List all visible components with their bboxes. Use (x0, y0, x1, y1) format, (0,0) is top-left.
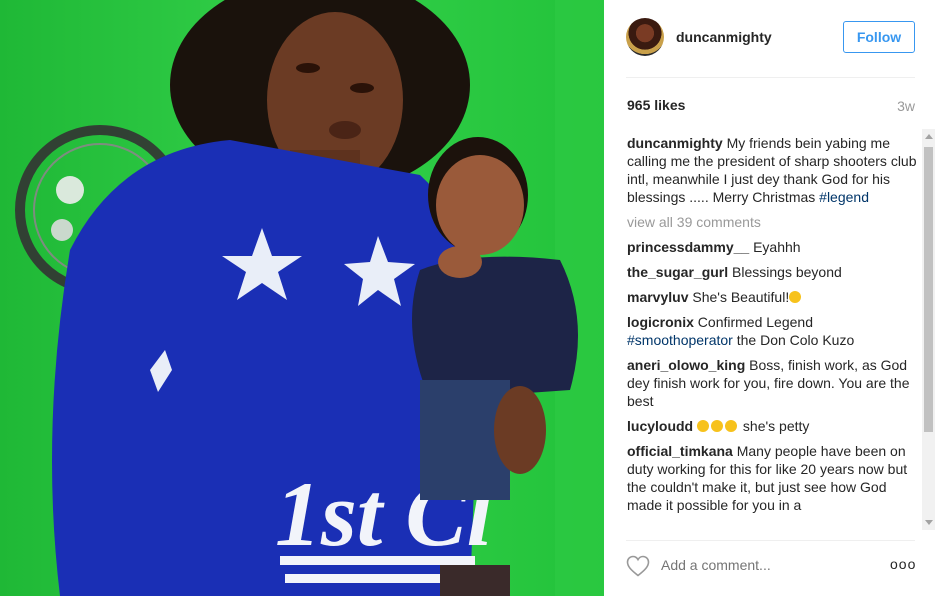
heart-eyes-emoji-icon (789, 291, 802, 303)
comment-username[interactable]: the_sugar_gurl (627, 264, 728, 280)
post-time[interactable]: 3w (897, 98, 915, 114)
comment-text: Blessings beyond (732, 264, 842, 280)
laughing-emoji-icon (725, 420, 738, 432)
caption-username[interactable]: duncanmighty (627, 135, 723, 151)
avatar[interactable] (626, 18, 664, 56)
header-divider (626, 77, 915, 78)
scroll-down-arrow-icon[interactable] (925, 520, 933, 525)
comment-username[interactable]: princessdammy__ (627, 239, 749, 255)
more-options-icon[interactable]: ooo (890, 556, 916, 572)
heart-icon[interactable] (626, 555, 650, 582)
post-header: duncanmighty Follow (604, 0, 935, 77)
comment-item: princessdammy__ Eyahhh (627, 238, 919, 256)
comment-item: marvyluv She's Beautiful! (627, 288, 919, 306)
comment-username[interactable]: lucyloudd (627, 418, 693, 434)
comments-scrollbar[interactable] (922, 129, 935, 530)
comment-username[interactable]: aneri_olowo_king (627, 357, 745, 373)
comment-username[interactable]: marvyluv (627, 289, 688, 305)
view-all-comments-link[interactable]: view all 39 comments (627, 213, 919, 231)
comment-text: Eyahhh (753, 239, 801, 255)
comment-text: She's Beautiful! (692, 289, 790, 305)
post-photo[interactable]: 1st Cl (0, 0, 604, 596)
comment-text: Confirmed Legend (697, 314, 813, 330)
header-username[interactable]: duncanmighty (676, 29, 772, 45)
comment-item: official_timkana Many people have been o… (627, 442, 919, 514)
scroll-up-arrow-icon[interactable] (925, 134, 933, 139)
comments-list: duncanmighty My friends bein yabing me c… (627, 134, 919, 530)
comment-username[interactable]: logicronix (627, 314, 694, 330)
comment-item: the_sugar_gurl Blessings beyond (627, 263, 919, 281)
comment-item: logicronix Confirmed Legend #smoothopera… (627, 313, 919, 349)
comment-username[interactable]: official_timkana (627, 443, 733, 459)
add-comment-input[interactable] (661, 557, 861, 573)
comment-text: she's petty (742, 418, 810, 434)
footer-divider (626, 540, 915, 541)
laughing-emoji-icon (711, 420, 724, 432)
comment-text-continued: the Don Colo Kuzo (736, 332, 855, 348)
comment-hashtag[interactable]: #smoothoperator (627, 332, 733, 348)
comment-item: lucyloudd she's petty (627, 417, 919, 435)
post-sidebar: duncanmighty Follow 965 likes 3w duncanm… (604, 0, 935, 596)
photo-illustration: 1st Cl (0, 0, 604, 596)
scrollbar-thumb[interactable] (924, 147, 933, 432)
caption-hashtag[interactable]: #legend (819, 189, 869, 205)
comment-item: aneri_olowo_king Boss, finish work, as G… (627, 356, 919, 410)
follow-button[interactable]: Follow (843, 21, 915, 53)
caption: duncanmighty My friends bein yabing me c… (627, 134, 919, 206)
likes-count[interactable]: 965 likes (627, 97, 685, 113)
laughing-emoji-icon (697, 420, 710, 432)
